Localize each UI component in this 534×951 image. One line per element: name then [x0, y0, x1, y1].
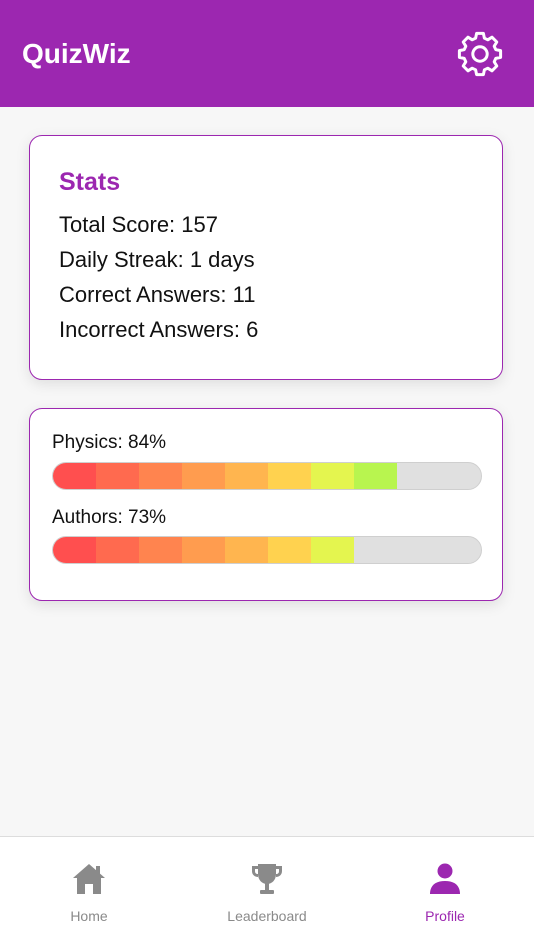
- tab-home-label: Home: [70, 908, 108, 924]
- progress-segment: [354, 463, 397, 489]
- progress-segment: [182, 537, 225, 563]
- daily-streak-text: Daily Streak: 1 days: [59, 247, 255, 272]
- progress-segment: [139, 463, 182, 489]
- tab-profile[interactable]: Profile: [356, 837, 534, 951]
- progress-segment: [182, 463, 225, 489]
- progress-segment: [225, 463, 268, 489]
- tab-profile-label: Profile: [425, 908, 465, 924]
- authors-label: Authors: 73%: [52, 507, 167, 528]
- bottom-tab-bar: Home Leaderboard Profile: [0, 836, 534, 951]
- physics-progress-bar: [52, 462, 482, 490]
- physics-progress-fill: [53, 463, 397, 489]
- correct-answers-text: Correct Answers: 11: [59, 282, 256, 307]
- app-title: QuizWiz: [22, 38, 131, 69]
- authors-progress-bar: [52, 536, 482, 564]
- progress-segment: [96, 537, 139, 563]
- progress-segment: [96, 463, 139, 489]
- progress-segment: [53, 463, 96, 489]
- progress-segment: [139, 537, 182, 563]
- stats-card: Stats Total Score: 157 Daily Streak: 1 d…: [29, 135, 503, 380]
- home-icon: [73, 864, 105, 894]
- gear-icon: [457, 31, 503, 77]
- tab-leaderboard-label: Leaderboard: [227, 908, 307, 924]
- app-header: QuizWiz: [0, 0, 534, 107]
- progress-segment: [225, 537, 268, 563]
- stats-title: Stats: [59, 168, 121, 196]
- tab-home[interactable]: Home: [0, 837, 178, 951]
- progress-segment: [53, 537, 96, 563]
- progress-segment: [311, 463, 354, 489]
- settings-button[interactable]: [456, 30, 504, 78]
- incorrect-answers-text: Incorrect Answers: 6: [59, 317, 259, 342]
- authors-progress-fill: [53, 537, 354, 563]
- physics-label: Physics: 84%: [52, 432, 167, 453]
- trophy-icon: [252, 864, 282, 894]
- total-score-text: Total Score: 157: [59, 212, 218, 237]
- subject-progress-card: Physics: 84% Authors: 73%: [29, 408, 503, 601]
- tab-leaderboard[interactable]: Leaderboard: [178, 837, 356, 951]
- progress-segment: [268, 463, 311, 489]
- progress-segment: [311, 537, 354, 563]
- person-icon: [430, 863, 460, 894]
- progress-segment: [268, 537, 311, 563]
